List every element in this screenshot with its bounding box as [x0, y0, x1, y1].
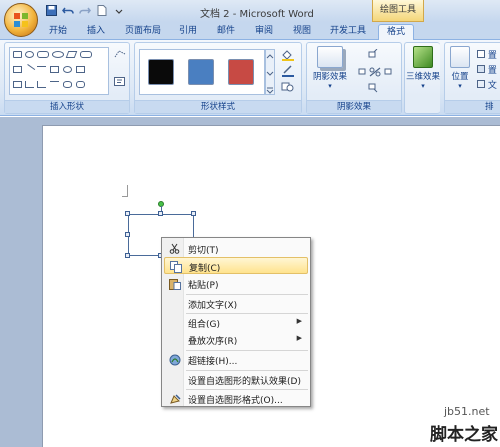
- watermark-url: jb51.net: [444, 405, 490, 418]
- shape-fill-icon[interactable]: [281, 49, 294, 61]
- menu-item-cut[interactable]: 剪切(T): [164, 240, 308, 257]
- new-document-icon[interactable]: [95, 4, 109, 17]
- watermark-name: 脚本之家: [430, 425, 498, 445]
- menu-item-set-default[interactable]: 设置自选图形的默认效果(D): [164, 371, 308, 388]
- tab-mailings[interactable]: 邮件: [212, 24, 240, 40]
- change-shape-icon[interactable]: [281, 81, 294, 92]
- shape-outline-icon[interactable]: [281, 65, 294, 77]
- position-icon: [450, 46, 470, 68]
- margin-corner-mark: [122, 185, 128, 197]
- group-label-shape-styles: 形状样式: [135, 100, 301, 113]
- shape-style-gallery: [139, 49, 265, 95]
- 3d-effect-label: 三维效果: [406, 72, 441, 82]
- nudge-down-icon[interactable]: [367, 83, 379, 93]
- tab-developer[interactable]: 开发工具: [326, 24, 370, 40]
- undo-icon[interactable]: [61, 4, 75, 17]
- 3d-effect-button[interactable]: 三维效果 ▾: [406, 46, 440, 90]
- group-shape-styles: 形状样式: [134, 42, 302, 114]
- send-back-button[interactable]: 置: [477, 63, 497, 76]
- paste-icon: [168, 277, 181, 290]
- gallery-scroll[interactable]: [265, 49, 275, 95]
- text-box-icon[interactable]: [114, 77, 126, 87]
- ribbon-tabs: 开始 插入 页面布局 引用 邮件 审阅 视图 开发工具 格式: [0, 22, 500, 40]
- group-arrange: 位置 ▾ 置 置 文 排: [444, 42, 500, 114]
- tab-page-layout[interactable]: 页面布局: [120, 24, 166, 40]
- nudge-right-icon[interactable]: [383, 67, 395, 77]
- tab-view[interactable]: 视图: [288, 24, 316, 40]
- 3d-effect-icon: [413, 46, 433, 68]
- ribbon: 插入形状 形状样式 阴影效果 ▾ 阴影效果 三维效果 ▾ 位置 ▾ 置 置 文 …: [0, 40, 500, 116]
- text-wrap-icon: [477, 80, 485, 88]
- bring-front-button[interactable]: 置: [477, 48, 497, 61]
- bring-front-icon: [477, 50, 485, 58]
- title-bar: 文档 2 - Microsoft Word 绘图工具: [0, 0, 500, 22]
- shadow-effect-button[interactable]: 阴影效果 ▾: [309, 46, 351, 90]
- group-insert-shapes: 插入形状: [4, 42, 130, 114]
- resize-handle-nw[interactable]: [125, 211, 130, 216]
- group-shadow-effects: 阴影效果 ▾ 阴影效果: [306, 42, 402, 114]
- style-blue-swatch[interactable]: [188, 59, 214, 85]
- window-title: 文档 2 - Microsoft Word: [200, 9, 314, 20]
- position-button[interactable]: 位置 ▾: [447, 46, 473, 90]
- hyperlink-icon: [168, 353, 181, 366]
- group-3d-effects: 三维效果 ▾: [404, 42, 440, 114]
- menu-item-format-shape[interactable]: 设置自选图形格式(O)...: [164, 390, 308, 407]
- submenu-arrow-icon: ▶: [296, 334, 302, 342]
- text-wrap-button[interactable]: 文: [477, 78, 497, 91]
- send-back-icon: [477, 65, 485, 73]
- submenu-arrow-icon: ▶: [296, 317, 302, 325]
- quick-access-toolbar: [44, 4, 126, 17]
- shape-gallery[interactable]: [9, 47, 109, 95]
- menu-item-hyperlink[interactable]: 超链接(H)...: [164, 351, 308, 368]
- style-red-swatch[interactable]: [228, 59, 254, 85]
- drawing-tools-header: 绘图工具: [372, 0, 424, 22]
- menu-item-group[interactable]: 组合(G) ▶: [164, 314, 308, 331]
- resize-handle-n[interactable]: [158, 211, 163, 216]
- customize-qat-icon[interactable]: [112, 4, 126, 17]
- tab-references[interactable]: 引用: [174, 24, 202, 40]
- style-black-swatch[interactable]: [148, 59, 174, 85]
- shadow-effect-label: 阴影效果: [312, 72, 347, 82]
- shadow-toggle-icon[interactable]: [369, 67, 381, 77]
- menu-item-paste[interactable]: 粘贴(P): [164, 275, 308, 292]
- group-label-arrange: 排: [445, 100, 500, 113]
- resize-handle-sw[interactable]: [125, 253, 130, 258]
- copy-icon: [169, 260, 182, 273]
- save-icon[interactable]: [44, 4, 58, 17]
- tab-format[interactable]: 格式: [378, 24, 414, 40]
- office-logo-icon: [14, 13, 28, 27]
- tab-insert[interactable]: 插入: [82, 24, 110, 40]
- tab-home[interactable]: 开始: [44, 24, 72, 40]
- nudge-up-icon[interactable]: [367, 48, 379, 59]
- group-label-insert-shapes: 插入形状: [5, 100, 129, 113]
- menu-item-copy[interactable]: 复制(C): [164, 257, 308, 274]
- redo-icon[interactable]: [78, 4, 92, 17]
- resize-handle-w[interactable]: [125, 232, 130, 237]
- tab-review[interactable]: 审阅: [250, 24, 278, 40]
- nudge-left-icon[interactable]: [355, 67, 367, 77]
- scissors-icon: [168, 242, 181, 255]
- context-menu: 剪切(T) 复制(C) 粘贴(P) 添加文字(X) 组合(G) ▶ 叠放次序(R…: [161, 237, 311, 407]
- resize-handle-ne[interactable]: [191, 211, 196, 216]
- office-button[interactable]: [4, 3, 38, 37]
- group-label-shadow-effects: 阴影效果: [307, 100, 401, 113]
- edit-shape-icon[interactable]: [114, 49, 126, 59]
- menu-item-order[interactable]: 叠放次序(R) ▶: [164, 331, 308, 348]
- position-label: 位置: [451, 72, 469, 82]
- menu-item-add-text[interactable]: 添加文字(X): [164, 295, 308, 312]
- format-shape-icon: [168, 392, 181, 405]
- shadow-effect-icon: [317, 46, 343, 68]
